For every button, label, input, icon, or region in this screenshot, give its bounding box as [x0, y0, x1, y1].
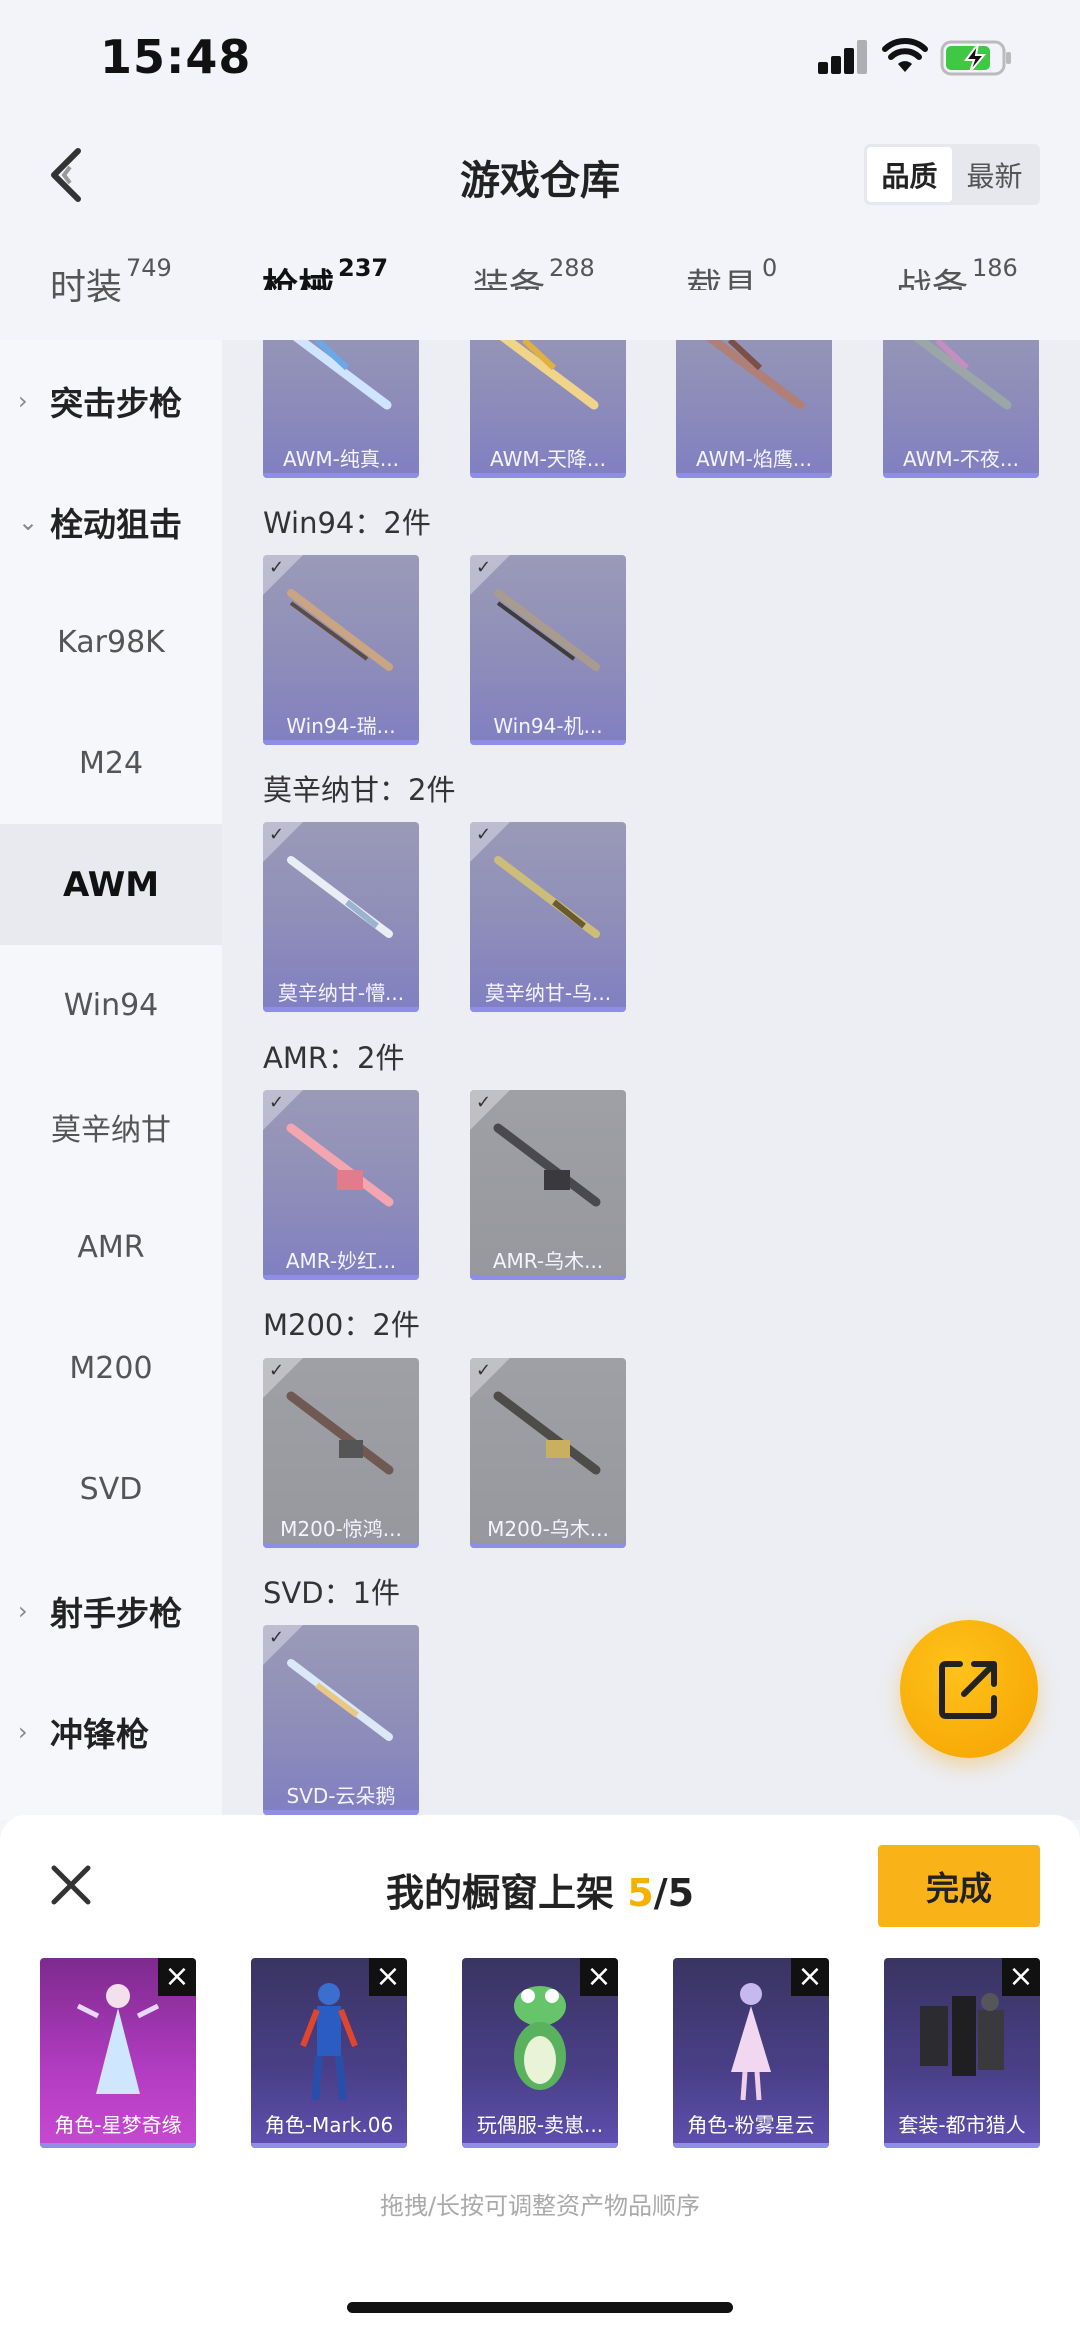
- share-icon: [939, 1661, 997, 1719]
- chevron-right-icon: ›: [18, 1596, 28, 1625]
- group-title-m200: M200：2件: [263, 1308, 420, 1342]
- wifi-icon: [882, 38, 928, 72]
- share-button[interactable]: [900, 1620, 1038, 1758]
- sort-toggle[interactable]: 品质 最新: [864, 144, 1040, 205]
- group-title-svd: SVD：1件: [263, 1576, 401, 1610]
- sidebar-item-svd[interactable]: SVD: [0, 1429, 222, 1550]
- rifle-icon: [287, 856, 393, 938]
- showcase-count: 5: [627, 1871, 654, 1915]
- showcase-item[interactable]: × 角色-粉雾星云: [673, 1958, 829, 2148]
- remove-item-button[interactable]: ×: [1002, 1958, 1040, 1996]
- rifle-icon: [287, 1659, 393, 1741]
- group-title-mosin: 莫辛纳甘：2件: [263, 773, 456, 807]
- chevron-right-icon: ›: [18, 386, 28, 415]
- weapon-card[interactable]: ✓ Win94-瑞...: [263, 555, 419, 745]
- weapon-category-sidebar: › 突击步枪 ⌄ 栓动狙击 Kar98K M24 AWM Win94 莫辛纳甘 AM…: [0, 340, 222, 1820]
- reorder-hint: 拖拽/长按可调整资产物品顺序: [379, 2192, 701, 2220]
- rifle-icon: [494, 856, 600, 938]
- sidebar-item-kar98k[interactable]: Kar98K: [0, 582, 222, 703]
- tab-costume[interactable]: 时装 749: [50, 254, 172, 310]
- sidebar-item-awm[interactable]: AWM: [0, 824, 222, 945]
- remove-item-button[interactable]: ×: [158, 1958, 196, 1996]
- sidebar-item-m200[interactable]: M200: [0, 1308, 222, 1429]
- signal-icon: [818, 40, 867, 74]
- group-title-amr: AMR：2件: [263, 1041, 405, 1075]
- showcase-item[interactable]: × 玩偶服-卖崽...: [462, 1958, 618, 2148]
- chevron-down-icon: ⌄: [18, 507, 39, 536]
- sidebar-item-amr[interactable]: AMR: [0, 1187, 222, 1308]
- remove-item-button[interactable]: ×: [580, 1958, 618, 1996]
- weapon-card[interactable]: ✓ 莫辛纳甘-乌...: [470, 822, 626, 1012]
- sidebar-item-smg[interactable]: › 冲锋枪: [0, 1671, 222, 1792]
- home-indicator[interactable]: [347, 2302, 733, 2313]
- sort-quality-option[interactable]: 品质: [867, 147, 952, 202]
- showcase-item[interactable]: × 角色-星梦奇缘: [40, 1958, 196, 2148]
- character-figure-icon: [731, 1983, 771, 2101]
- showcase-item[interactable]: × 角色-Mark.06: [251, 1958, 407, 2148]
- weapon-card[interactable]: ✓ Win94-机...: [470, 555, 626, 745]
- weapon-card[interactable]: ✓ M200-惊鸿...: [263, 1358, 419, 1548]
- remove-item-button[interactable]: ×: [791, 1958, 829, 1996]
- weapon-card[interactable]: ✓ AMR-乌木...: [470, 1090, 626, 1280]
- rifle-icon: [493, 1123, 601, 1207]
- chevron-right-icon: ›: [18, 1717, 28, 1746]
- weapon-card[interactable]: ✓ SVD-云朵鹅: [263, 1625, 419, 1815]
- character-figure-icon: [300, 1983, 358, 2101]
- remove-item-button[interactable]: ×: [369, 1958, 407, 1996]
- rifle-icon: [493, 1391, 601, 1475]
- done-button[interactable]: 完成: [878, 1845, 1040, 1927]
- rifle-icon: [494, 589, 600, 671]
- battery-charging-icon: [940, 40, 1011, 76]
- outfit-set-icon: [920, 1993, 1004, 2076]
- group-title-win94: Win94：2件: [263, 506, 431, 540]
- sidebar-item-mosin[interactable]: 莫辛纳甘: [0, 1066, 222, 1187]
- sidebar-item-win94[interactable]: Win94: [0, 945, 222, 1066]
- status-time: 15:48: [100, 30, 252, 84]
- weapon-card[interactable]: ✓ 莫辛纳甘-懵...: [263, 822, 419, 1012]
- weapon-card[interactable]: ✓ AMR-妙红...: [263, 1090, 419, 1280]
- sidebar-item-assault-rifle[interactable]: › 突击步枪: [0, 340, 222, 461]
- rifle-icon: [286, 1123, 394, 1207]
- weapon-card[interactable]: ✓ M200-乌木...: [470, 1358, 626, 1548]
- sidebar-item-m24[interactable]: M24: [0, 703, 222, 824]
- frog-costume-icon: [514, 1986, 566, 2090]
- sidebar-item-bolt-sniper[interactable]: ⌄ 栓动狙击: [0, 461, 222, 582]
- sidebar-item-marksman-rifle[interactable]: › 射手步枪: [0, 1550, 222, 1671]
- character-figure-icon: [76, 1984, 160, 2094]
- rifle-icon: [287, 589, 393, 671]
- showcase-item[interactable]: × 套装-都市猎人: [884, 1958, 1040, 2148]
- rifle-icon: [286, 1391, 394, 1475]
- sort-newest-option[interactable]: 最新: [952, 147, 1037, 202]
